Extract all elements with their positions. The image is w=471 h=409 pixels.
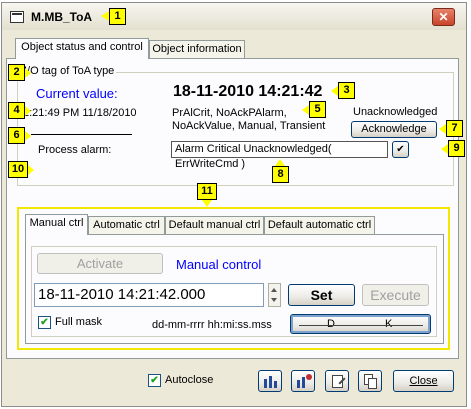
autoclose-label: Autoclose <box>165 374 214 386</box>
spin-down-icon[interactable] <box>271 298 277 302</box>
window-icon <box>10 11 24 23</box>
badge-1: 1 <box>109 8 126 25</box>
badge-10-arrow <box>28 165 34 175</box>
close-button[interactable]: Close <box>393 370 454 392</box>
chart-plus-icon-b <box>302 377 305 388</box>
badge-3: 3 <box>338 82 355 99</box>
edit-button[interactable] <box>325 370 349 392</box>
acknowledge-button[interactable]: Acknowledge <box>351 121 437 138</box>
badge-7: 7 <box>446 120 463 137</box>
process-alarm-label: Process alarm: <box>38 144 112 156</box>
close-window-button[interactable]: ✕ <box>432 8 455 26</box>
separator-line <box>31 134 132 135</box>
status-flags-line2: NoAckValue, Manual, Transient <box>172 120 326 132</box>
window-title: M.MB_ToA <box>31 10 93 24</box>
status-flags-line1: PrAlCrit, NoAckPAlarm, <box>172 107 287 119</box>
value-input[interactable]: 18-11-2010 14:21:42.000 <box>34 283 264 307</box>
badge-5: 5 <box>309 101 326 118</box>
autoclose-checkbox[interactable]: ✔ <box>148 374 161 387</box>
ack-state: Unacknowledged <box>353 106 438 118</box>
chart-bar-icon <box>264 379 267 388</box>
spin-up-icon[interactable] <box>271 288 277 292</box>
chart-bar-icon-c <box>274 381 277 388</box>
tab-manual-ctrl[interactable]: Manual ctrl <box>25 214 88 235</box>
tab-default-manual-ctrl[interactable]: Default manual ctrl <box>165 216 264 234</box>
set-button[interactable]: Set <box>288 284 355 306</box>
chart-plus-icon-dot <box>306 374 312 380</box>
badge-11-arrow <box>202 200 212 207</box>
full-mask-label: Full mask <box>55 316 103 328</box>
badge-9: 9 <box>448 140 465 157</box>
tab-object-status[interactable]: Object status and control <box>15 38 149 59</box>
full-mask-checkbox[interactable]: ✔ <box>38 316 51 329</box>
badge-7-arrow <box>439 124 446 134</box>
copy-button[interactable] <box>358 370 382 392</box>
chart-plus-icon <box>297 380 300 388</box>
dk-left-label: D <box>327 318 335 330</box>
badge-2: 2 <box>8 64 25 81</box>
activate-button[interactable]: Activate <box>37 253 163 274</box>
badge-8: 8 <box>272 166 289 183</box>
trend-button[interactable] <box>258 370 282 392</box>
mode-label: Manual control <box>176 257 262 272</box>
value-timestamp: 2:21:49 PM 11/18/2010 <box>23 107 137 119</box>
badge-8-arrow <box>275 159 285 166</box>
badge-5-arrow <box>302 105 309 115</box>
copy-icon-front <box>368 378 377 389</box>
badge-4: 4 <box>8 102 25 119</box>
badge-6: 6 <box>8 127 25 144</box>
badge-2-arrow <box>25 68 31 78</box>
dk-line <box>299 325 423 326</box>
group-trend-button[interactable] <box>291 370 315 392</box>
dk-button[interactable]: D K <box>290 314 431 334</box>
tab-object-information[interactable]: Object information <box>149 40 245 58</box>
dk-right-label: K <box>385 318 393 330</box>
process-alarm-field[interactable]: Alarm Critical Unacknowledged( ErrWriteC… <box>171 141 388 170</box>
badge-10: 10 <box>8 161 28 178</box>
badge-11: 11 <box>197 183 217 200</box>
badge-1-arrow <box>101 11 109 21</box>
alarm-confirm-button[interactable]: ✔ <box>392 141 409 158</box>
badge-9-arrow <box>441 144 448 154</box>
tab-default-automatic-ctrl[interactable]: Default automatic ctrl <box>264 216 375 234</box>
format-hint: dd-mm-rrrr hh:mi:ss.mss <box>152 319 272 331</box>
badge-3-arrow <box>331 86 338 96</box>
chart-bar-icon-b <box>269 376 272 388</box>
io-tag-label: I/O tag of ToA type <box>22 65 117 77</box>
badge-4-arrow <box>25 106 31 116</box>
badge-6-arrow <box>25 131 31 141</box>
current-value: 18-11-2010 14:21:42 <box>173 83 323 100</box>
value-spinner[interactable] <box>268 283 281 307</box>
tab-automatic-ctrl[interactable]: Automatic ctrl <box>88 216 165 234</box>
current-value-label: Current value: <box>36 86 118 101</box>
execute-button[interactable]: Execute <box>362 284 429 306</box>
